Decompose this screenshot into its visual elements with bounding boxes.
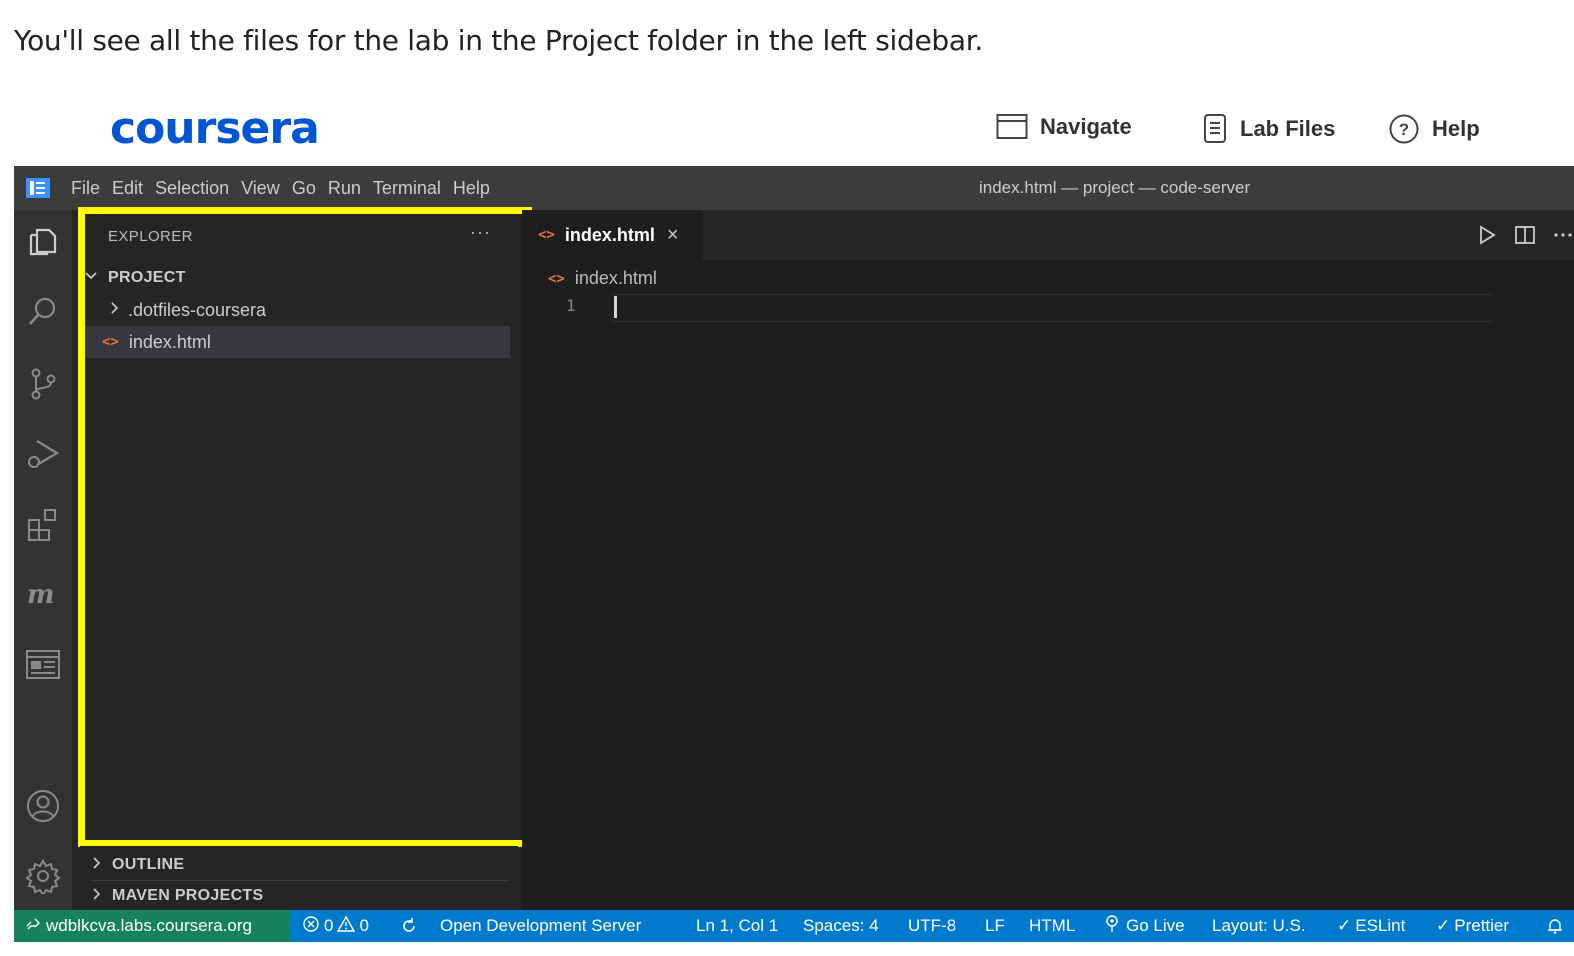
tree-item-dotfiles-coursera[interactable]: .dotfiles-coursera <box>84 294 510 326</box>
menu-go[interactable]: Go <box>292 178 328 199</box>
menu-view[interactable]: View <box>241 178 292 199</box>
preview-icon[interactable] <box>25 646 61 682</box>
text-cursor[interactable] <box>614 296 617 318</box>
current-line-highlight <box>612 294 1492 322</box>
lab-files-label: Lab Files <box>1240 116 1336 141</box>
question-circle-icon: ? <box>1388 113 1420 145</box>
broadcast-icon <box>1104 914 1120 938</box>
language-mode[interactable]: HTML <box>1029 910 1075 942</box>
sync-icon[interactable] <box>400 910 418 942</box>
indentation[interactable]: Spaces: 4 <box>803 910 879 942</box>
maven-projects-section[interactable]: MAVEN PROJECTS <box>90 880 510 911</box>
tab-index-html[interactable]: <> index.html × <box>522 210 702 260</box>
go-live-label: Go Live <box>1126 916 1185 935</box>
account-icon[interactable] <box>25 788 61 824</box>
editor-area: <> index.html × <> index.html 1 <box>522 210 1574 910</box>
tab-label: index.html <box>564 224 655 245</box>
html-file-icon: <> <box>538 227 555 243</box>
menu-bar: File Edit Selection View Go Run Terminal… <box>71 166 502 210</box>
navigate-label: Navigate <box>1040 114 1132 139</box>
intro-text: You'll see all the files for the lab in … <box>14 24 983 57</box>
coursera-logo[interactable]: coursera <box>110 103 320 154</box>
run-icon[interactable] <box>1476 224 1498 251</box>
close-icon[interactable]: × <box>667 224 679 247</box>
remote-host: wdblkcva.labs.coursera.org <box>46 916 252 935</box>
prettier-label: Prettier <box>1454 916 1510 935</box>
help-label: Help <box>1432 116 1480 141</box>
source-control-icon[interactable] <box>25 366 61 402</box>
menu-run[interactable]: Run <box>328 178 373 199</box>
chevron-down-icon <box>84 269 98 288</box>
svg-text:?: ? <box>1399 120 1409 139</box>
application-menu-icon[interactable] <box>26 178 50 203</box>
code-server-window: File Edit Selection View Go Run Terminal… <box>14 166 1574 942</box>
warning-icon <box>337 915 356 938</box>
settings-gear-icon[interactable] <box>25 858 61 897</box>
breadcrumb-file: index.html <box>574 268 657 288</box>
cursor-position[interactable]: Ln 1, Col 1 <box>696 910 778 942</box>
remote-indicator[interactable]: wdblkcva.labs.coursera.org <box>14 910 290 942</box>
double-check-icon: ✓ <box>1436 916 1451 935</box>
prettier-status[interactable]: ✓ Prettier <box>1436 910 1509 942</box>
check-icon: ✓ <box>1337 916 1352 935</box>
end-of-line[interactable]: LF <box>985 910 1005 942</box>
window-icon <box>996 113 1028 141</box>
activity-bar: m <box>14 210 72 910</box>
html-file-icon: <> <box>102 334 119 350</box>
encoding[interactable]: UTF-8 <box>908 910 956 942</box>
svg-text:m: m <box>27 580 55 610</box>
chevron-right-icon <box>90 887 104 906</box>
error-count: 0 <box>324 916 334 935</box>
document-icon <box>1202 113 1228 145</box>
menu-selection[interactable]: Selection <box>155 178 241 199</box>
tree-item-index-html[interactable]: <> index.html <box>84 326 510 358</box>
editor-tab-bar: <> index.html × <box>522 210 1574 260</box>
menu-file[interactable]: File <box>71 178 112 199</box>
maven-icon[interactable]: m <box>25 576 61 612</box>
explorer-title: EXPLORER <box>108 228 193 245</box>
navigate-link[interactable]: Navigate <box>996 113 1132 141</box>
outline-section[interactable]: OUTLINE <box>90 850 510 880</box>
split-editor-icon[interactable] <box>1514 224 1536 251</box>
menu-edit[interactable]: Edit <box>112 178 155 199</box>
tree-item-label: .dotfiles-coursera <box>128 299 267 320</box>
run-debug-icon[interactable] <box>25 436 61 472</box>
chevron-right-icon <box>90 856 104 875</box>
notifications-bell-icon[interactable] <box>1546 910 1564 942</box>
tree-item-label: index.html <box>128 331 211 352</box>
editor-actions <box>1476 224 1574 251</box>
remote-icon <box>26 916 40 936</box>
menu-help[interactable]: Help <box>453 178 502 199</box>
eslint-status[interactable]: ✓ ESLint <box>1337 910 1405 942</box>
error-icon <box>302 915 320 938</box>
explorer-sidebar: EXPLORER ··· PROJECT .dotfiles-coursera … <box>72 210 522 910</box>
line-number: 1 <box>566 296 576 315</box>
more-actions-icon[interactable] <box>1552 224 1574 251</box>
help-link[interactable]: ? Help <box>1388 113 1480 145</box>
status-bar: wdblkcva.labs.coursera.org 0 0 Open Deve… <box>14 910 1574 942</box>
explorer-more-icon[interactable]: ··· <box>470 222 491 243</box>
files-icon[interactable] <box>25 224 61 260</box>
keyboard-layout[interactable]: Layout: U.S. <box>1212 910 1306 942</box>
warning-count: 0 <box>359 916 369 935</box>
window-title: index.html — project — code-server <box>979 178 1251 197</box>
problems-indicator[interactable]: 0 0 <box>302 910 369 942</box>
maven-projects-label: MAVEN PROJECTS <box>112 887 264 904</box>
title-bar: File Edit Selection View Go Run Terminal… <box>14 166 1574 210</box>
sidebar-bottom-sections: OUTLINE MAVEN PROJECTS <box>80 846 518 910</box>
coursera-header: coursera Navigate Lab Files ? Help <box>0 95 1574 165</box>
project-label: PROJECT <box>108 269 186 286</box>
menu-terminal[interactable]: Terminal <box>373 178 453 199</box>
project-folder-header[interactable]: PROJECT <box>84 262 510 294</box>
chevron-right-icon <box>108 301 122 320</box>
open-dev-server-button[interactable]: Open Development Server <box>440 910 641 942</box>
eslint-label: ESLint <box>1355 916 1406 935</box>
go-live-button[interactable]: Go Live <box>1104 910 1185 942</box>
lab-files-link[interactable]: Lab Files <box>1202 113 1335 145</box>
extensions-icon[interactable] <box>25 506 61 542</box>
search-icon[interactable] <box>25 294 61 330</box>
outline-label: OUTLINE <box>112 856 185 873</box>
breadcrumb[interactable]: <> index.html <box>548 268 657 289</box>
html-file-icon: <> <box>548 270 565 287</box>
